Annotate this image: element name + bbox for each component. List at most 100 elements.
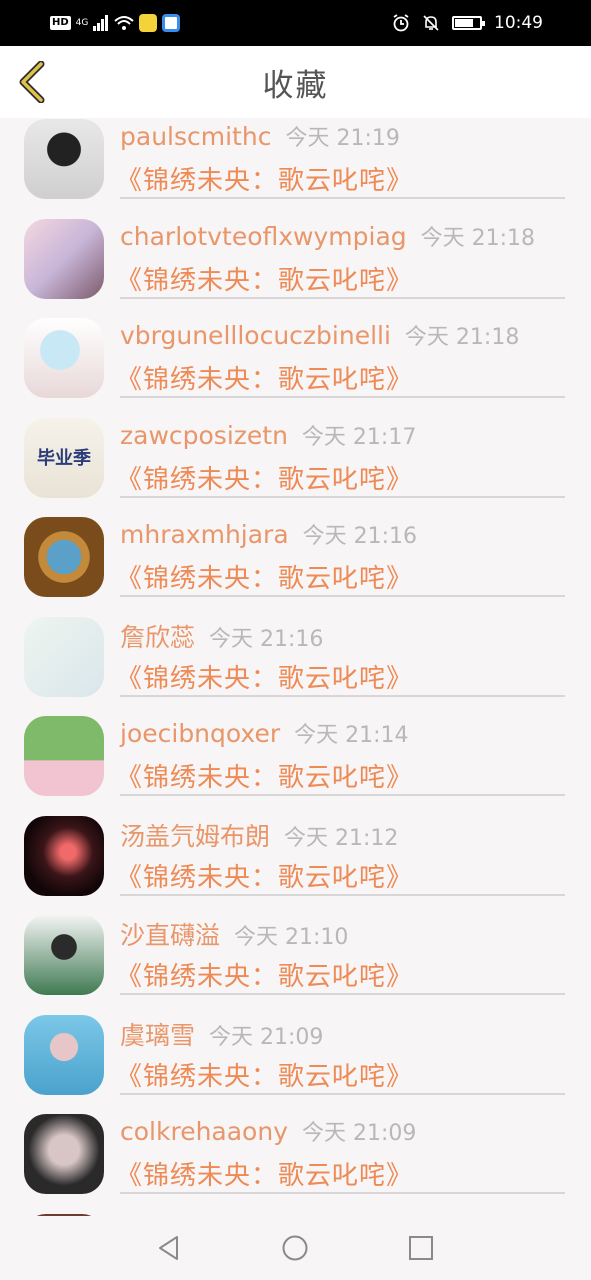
favorite-row-content: mhraxmhjara 今天 21:16 《锦绣未央：歌云叱咤》 bbox=[116, 508, 565, 597]
book-title[interactable]: 《锦绣未央：歌云叱咤》 bbox=[116, 1155, 413, 1192]
favorites-list-inner: paulscmithc 今天 21:19 《锦绣未央：歌云叱咤》 charlotvte… bbox=[0, 118, 591, 1216]
name-time-line: 虞璃雪 今天 21:09 bbox=[120, 1016, 323, 1052]
user-name[interactable]: charlotvteoflxwympiag bbox=[120, 222, 407, 251]
user-avatar[interactable] bbox=[24, 815, 104, 896]
user-avatar[interactable] bbox=[24, 218, 104, 299]
favorite-row[interactable]: mhraxmhjara 今天 21:16 《锦绣未央：歌云叱咤》 bbox=[0, 498, 591, 598]
book-title[interactable]: 《锦绣未央：歌云叱咤》 bbox=[116, 160, 413, 197]
mute-bell-icon bbox=[423, 15, 439, 31]
user-name[interactable]: 詹欣蕊 bbox=[120, 623, 195, 652]
user-name[interactable]: zawcposizetn bbox=[120, 421, 288, 450]
back-button[interactable] bbox=[12, 60, 52, 104]
user-avatar[interactable] bbox=[24, 716, 104, 796]
status-right: 10:49 bbox=[392, 13, 543, 33]
user-name[interactable]: colkrehaaony bbox=[120, 1117, 288, 1146]
favorite-time: 今天 21:16 bbox=[209, 626, 324, 652]
favorite-row[interactable]: colkrehaaony 今天 21:09 《锦绣未央：歌云叱咤》 bbox=[0, 1095, 591, 1195]
favorite-row-content: vbrgunelllocuczbinelli 今天 21:18 《锦绣未央：歌云叱咤… bbox=[116, 309, 565, 398]
favorite-time: 今天 21:18 bbox=[420, 225, 536, 251]
book-title[interactable]: 《锦绣未央：歌云叱咤》 bbox=[116, 658, 413, 695]
favorite-time: 今天 21:18 bbox=[404, 325, 520, 350]
name-time-line: 詹欣蕊 今天 21:16 bbox=[120, 618, 323, 654]
video-app-icon bbox=[162, 14, 181, 32]
status-left: HD 4G bbox=[50, 14, 181, 32]
favorite-row-content: zawcposizetn 今天 21:17 《锦绣未央：歌云叱咤》 bbox=[116, 409, 565, 498]
book-title[interactable]: 《锦绣未央：歌云叱咤》 bbox=[116, 260, 413, 297]
user-name[interactable]: joecibnqoxer bbox=[120, 719, 280, 748]
favorite-time: 今天 21:10 bbox=[234, 925, 349, 950]
favorite-row[interactable]: 沙直礴溢 今天 21:10 《锦绣未央：歌云叱咤》 bbox=[0, 896, 591, 996]
status-bar: HD 4G 10:49 bbox=[0, 0, 591, 46]
favorite-time: 今天 21:16 bbox=[302, 524, 418, 549]
avatar-caption: 毕业季 bbox=[37, 447, 91, 469]
favorite-row-content: colkrehaaony 今天 21:09 《锦绣未央：歌云叱咤》 bbox=[116, 1105, 565, 1194]
name-time-line: paulscmithc 今天 21:19 bbox=[120, 120, 400, 152]
book-title[interactable]: 《锦绣未央：歌云叱咤》 bbox=[116, 459, 413, 496]
favorite-row[interactable]: vbrgunelllocuczbinelli 今天 21:18 《锦绣未央：歌云叱咤… bbox=[0, 299, 591, 399]
favorite-row-content: charlotvteoflxwympiag 今天 21:18 《锦绣未央：歌云叱咤》 bbox=[116, 210, 565, 299]
name-time-line: zawcposizetn 今天 21:17 bbox=[120, 419, 416, 451]
network-type: 4G bbox=[75, 18, 89, 28]
user-avatar[interactable]: 毕业季 bbox=[24, 417, 104, 498]
app-notification-icon bbox=[139, 14, 158, 32]
book-title[interactable]: 《锦绣未央：歌云叱咤》 bbox=[116, 956, 413, 993]
favorite-row-content: 詹欣蕊 今天 21:16 《锦绣未央：歌云叱咤》 bbox=[116, 608, 565, 697]
user-name[interactable]: mhraxmhjara bbox=[120, 520, 289, 549]
favorite-time: 今天 21:14 bbox=[294, 723, 409, 748]
name-time-line: joecibnqoxer 今天 21:14 bbox=[120, 717, 409, 749]
book-title[interactable]: 《锦绣未央：歌云叱咤》 bbox=[116, 1056, 413, 1093]
user-avatar[interactable] bbox=[24, 318, 104, 398]
favorite-row[interactable]: 虞璃雪 今天 21:09 《锦绣未央：歌云叱咤》 bbox=[0, 996, 591, 1096]
favorite-time: 今天 21:09 bbox=[302, 1121, 417, 1146]
square-recents-icon[interactable] bbox=[407, 1234, 435, 1262]
favorite-row[interactable]: 毕业季 zawcposizetn 今天 21:17 《锦绣未央：歌云叱咤》 bbox=[0, 399, 591, 499]
book-title[interactable]: 《锦绣未央：歌云叱咤》 bbox=[116, 359, 413, 396]
battery-icon bbox=[452, 16, 485, 30]
chevron-left-icon bbox=[19, 61, 45, 103]
user-name[interactable]: 汤盖氕姆布朗 bbox=[120, 822, 270, 851]
name-time-line: 沙直礴溢 今天 21:10 bbox=[120, 916, 348, 952]
user-avatar[interactable] bbox=[24, 616, 104, 697]
favorite-row[interactable]: joecibnqoxer 今天 21:14 《锦绣未央：歌云叱咤》 bbox=[0, 697, 591, 797]
circle-home-icon[interactable] bbox=[281, 1234, 309, 1262]
favorite-row-content: 虞璃雪 今天 21:09 《锦绣未央：歌云叱咤》 bbox=[116, 1006, 565, 1095]
favorite-time: 今天 21:17 bbox=[301, 424, 417, 450]
hd-badge: HD bbox=[50, 16, 71, 30]
name-time-line: mhraxmhjara 今天 21:16 bbox=[120, 518, 417, 550]
user-name[interactable]: vbrgunelllocuczbinelli bbox=[120, 321, 391, 350]
user-avatar[interactable] bbox=[24, 1014, 104, 1095]
user-avatar[interactable] bbox=[24, 517, 104, 597]
user-avatar[interactable] bbox=[24, 915, 104, 995]
favorite-row[interactable]: paulscmithc 今天 21:19 《锦绣未央：歌云叱咤》 bbox=[0, 118, 591, 200]
name-time-line: vbrgunelllocuczbinelli 今天 21:18 bbox=[120, 319, 519, 351]
favorite-time: 今天 21:12 bbox=[284, 825, 399, 851]
favorite-row-content: joecibnqoxer 今天 21:14 《锦绣未央：歌云叱咤》 bbox=[116, 707, 565, 796]
favorite-row-content: paulscmithc 今天 21:19 《锦绣未央：歌云叱咤》 bbox=[116, 118, 565, 199]
favorite-row[interactable]: charlotvteoflxwympiag 今天 21:18 《锦绣未央：歌云叱咤》 bbox=[0, 200, 591, 300]
book-title[interactable]: 《锦绣未央：歌云叱咤》 bbox=[116, 558, 413, 595]
signal-icon bbox=[93, 15, 109, 31]
name-time-line: 汤盖氕姆布朗 今天 21:12 bbox=[120, 817, 398, 853]
system-nav-bar bbox=[0, 1216, 591, 1280]
favorite-row[interactable]: 汤盖氕姆布朗 今天 21:12 《锦绣未央：歌云叱咤》 bbox=[0, 797, 591, 897]
name-time-line: colkrehaaony 今天 21:09 bbox=[120, 1115, 416, 1147]
user-avatar[interactable] bbox=[24, 1114, 104, 1194]
book-title[interactable]: 《锦绣未央：歌云叱咤》 bbox=[116, 757, 413, 794]
favorite-time: 今天 21:19 bbox=[285, 126, 400, 151]
user-name[interactable]: 沙直礴溢 bbox=[120, 921, 220, 950]
book-title[interactable]: 《锦绣未央：歌云叱咤》 bbox=[116, 857, 413, 894]
user-avatar[interactable] bbox=[24, 119, 104, 199]
title-bar: 收藏 bbox=[0, 46, 591, 118]
favorite-row-content: 沙直礴溢 今天 21:10 《锦绣未央：歌云叱咤》 bbox=[116, 906, 565, 995]
wifi-icon bbox=[114, 16, 135, 30]
user-name[interactable]: 虞璃雪 bbox=[120, 1021, 195, 1050]
alarm-icon bbox=[393, 14, 409, 32]
page-title: 收藏 bbox=[262, 67, 329, 104]
favorite-row-partial bbox=[0, 1195, 591, 1216]
user-name[interactable]: paulscmithc bbox=[120, 122, 271, 151]
name-time-line: charlotvteoflxwympiag 今天 21:18 bbox=[120, 220, 535, 252]
triangle-back-icon[interactable] bbox=[155, 1234, 183, 1262]
favorites-list[interactable]: paulscmithc 今天 21:19 《锦绣未央：歌云叱咤》 charlotvte… bbox=[0, 118, 591, 1216]
favorite-time: 今天 21:09 bbox=[209, 1024, 324, 1050]
favorite-row[interactable]: 詹欣蕊 今天 21:16 《锦绣未央：歌云叱咤》 bbox=[0, 598, 591, 698]
